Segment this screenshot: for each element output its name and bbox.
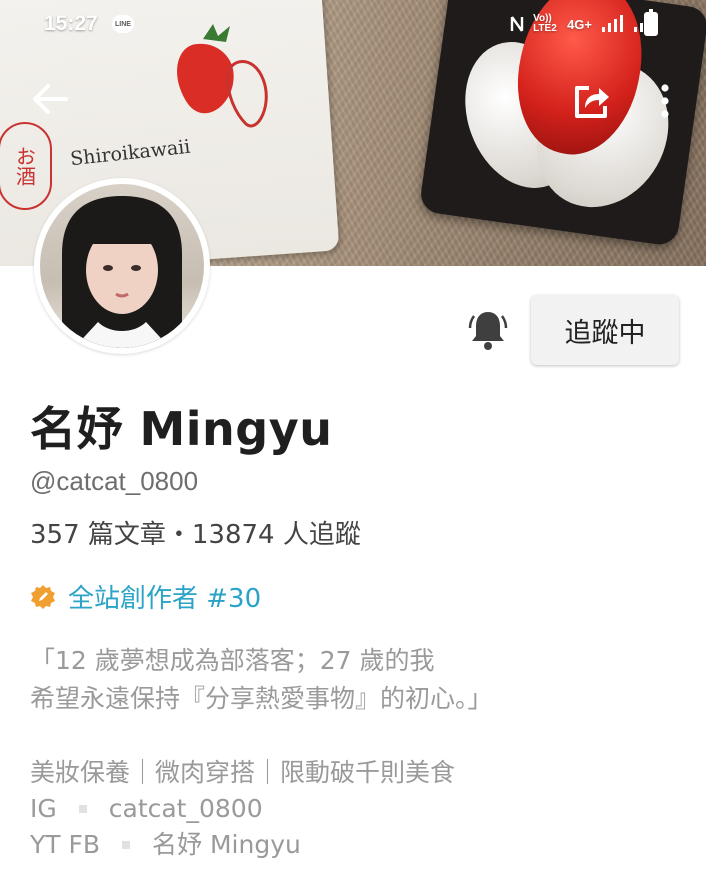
creator-badge-text: 全站創作者 #30 xyxy=(68,584,262,614)
profile-categories: 美妝保養｜微肉穿搭｜限動破千則美食 xyxy=(30,758,456,787)
bio-line: 希望永遠保持『分享熱愛事物』的初心。」 xyxy=(30,684,493,713)
notification-bell-button[interactable] xyxy=(468,308,508,352)
line-app-icon: LINE xyxy=(112,15,134,33)
status-bar: 15:27 LINE Vo)) LTE2 4G+ xyxy=(0,0,706,50)
separator-square xyxy=(78,805,87,813)
pen-badge-icon xyxy=(31,584,55,609)
bell-icon xyxy=(468,312,508,350)
profile-bio: 「12 歲夢想成為部落客；27 歲的我 希望永遠保持『分享熱愛事物』的初心。」 xyxy=(30,642,493,718)
ig-value: catcat_0800 xyxy=(108,794,263,823)
arrow-left-icon xyxy=(33,84,68,114)
more-options-button[interactable] xyxy=(650,80,680,124)
volte-indicator: Vo)) LTE2 xyxy=(533,13,557,34)
profile-handle: @catcat_0800 xyxy=(30,466,199,496)
profile-name: 名妤 Mingyu xyxy=(30,402,333,456)
ig-link-row[interactable]: IG catcat_0800 xyxy=(30,791,455,827)
profile-links: 美妝保養｜微肉穿搭｜限動破千則美食 IG catcat_0800 YT FB 名… xyxy=(30,755,455,863)
status-time: 15:27 xyxy=(44,12,98,35)
sake-stamp: お酒 xyxy=(0,122,52,210)
signal-icon xyxy=(602,15,623,32)
share-button[interactable] xyxy=(570,80,614,124)
following-button[interactable]: 追蹤中 xyxy=(531,295,679,365)
ig-label: IG xyxy=(30,794,57,823)
yt-fb-link-row[interactable]: YT FB 名妤 Mingyu xyxy=(30,827,455,863)
separator-square xyxy=(122,841,131,849)
profile-stats: 357 篇文章・13874 人追蹤 xyxy=(30,520,361,550)
network-indicator: 4G+ xyxy=(567,16,592,32)
bio-line: 「12 歲夢想成為部落客；27 歲的我 xyxy=(30,646,435,675)
share-icon xyxy=(575,86,609,118)
status-indicators: Vo)) LTE2 4G+ xyxy=(509,14,656,34)
battery-icon xyxy=(644,9,658,36)
back-button[interactable] xyxy=(28,82,72,118)
avatar-portrait xyxy=(62,196,182,348)
creator-badge[interactable]: 全站創作者 #30 xyxy=(30,578,261,615)
ytfb-label: YT FB xyxy=(30,830,101,859)
more-vertical-icon xyxy=(661,83,669,118)
avatar-photo xyxy=(40,184,204,348)
ytfb-value: 名妤 Mingyu xyxy=(152,830,301,859)
avatar[interactable] xyxy=(34,178,210,354)
nfc-icon xyxy=(510,16,524,32)
